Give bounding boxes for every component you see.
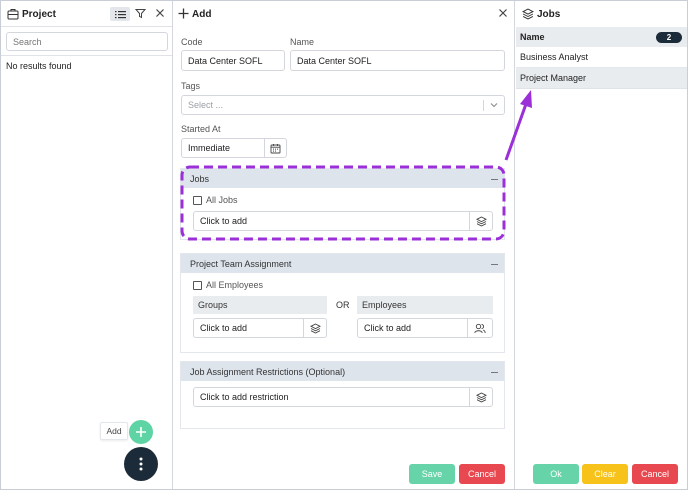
annotation-arrow-line [504,103,528,161]
annotation-overlay [180,90,532,241]
annotation-arrow-head [520,90,532,108]
annotation-highlight-box [180,165,506,241]
